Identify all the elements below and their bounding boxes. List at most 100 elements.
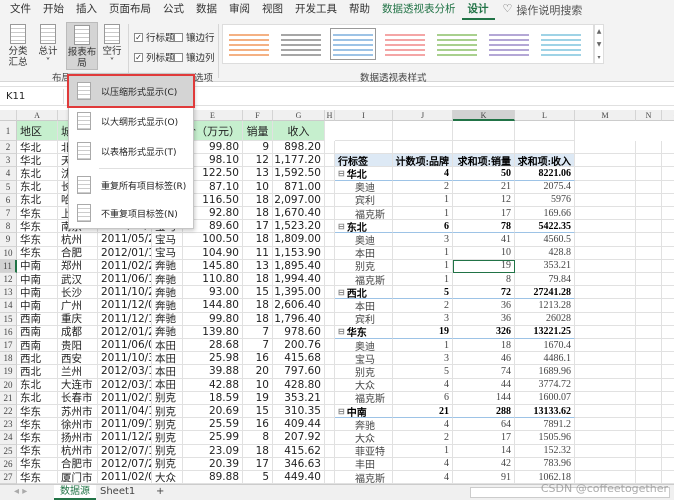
- cell[interactable]: 1,523.20: [273, 220, 325, 234]
- cell[interactable]: ⊟ 华北: [335, 167, 393, 181]
- row-header[interactable]: 10: [0, 246, 17, 260]
- cell[interactable]: [325, 312, 335, 326]
- cell[interactable]: 2012/07/29: [98, 457, 152, 471]
- cell[interactable]: 中南: [17, 273, 58, 287]
- pivot-style-swatch[interactable]: [382, 28, 428, 60]
- cell[interactable]: 26028: [515, 312, 575, 326]
- cell[interactable]: 428.80: [273, 378, 325, 392]
- cell[interactable]: 2011/10/30: [98, 352, 152, 366]
- cell[interactable]: 别克: [152, 418, 183, 432]
- cell[interactable]: ⊟ 中南: [335, 405, 393, 419]
- cell[interactable]: 415.62: [273, 444, 325, 458]
- row-header[interactable]: 25: [0, 444, 17, 458]
- cell[interactable]: 783.96: [515, 457, 575, 471]
- cell[interactable]: 华北: [17, 154, 58, 168]
- cell[interactable]: 宝马: [335, 352, 393, 366]
- cell[interactable]: [335, 141, 393, 155]
- ribbon-tab[interactable]: 插入: [70, 0, 103, 20]
- cell[interactable]: 广州: [58, 299, 98, 313]
- cell[interactable]: 奥迪: [335, 180, 393, 194]
- cell[interactable]: 4: [393, 457, 453, 471]
- column-header[interactable]: G: [273, 110, 325, 121]
- cell[interactable]: [325, 259, 335, 273]
- menu-item-outline-form[interactable]: 以大纲形式显示(O): [69, 106, 193, 136]
- cell[interactable]: 西南: [17, 312, 58, 326]
- cell[interactable]: [662, 260, 674, 273]
- cell[interactable]: 西安: [58, 352, 98, 366]
- cell[interactable]: 1: [393, 339, 453, 353]
- column-header[interactable]: F: [243, 110, 273, 121]
- cell[interactable]: [636, 233, 662, 247]
- cell[interactable]: 大众: [335, 378, 393, 392]
- cell[interactable]: [575, 233, 636, 247]
- cell[interactable]: [662, 273, 674, 287]
- cell[interactable]: 6: [393, 391, 453, 405]
- banded-columns-checkbox[interactable]: 镶边列: [174, 50, 215, 64]
- cell[interactable]: 169.66: [515, 207, 575, 221]
- cell[interactable]: 福克斯: [335, 471, 393, 484]
- cell[interactable]: 华东: [17, 431, 58, 445]
- cell[interactable]: 奔驰: [152, 299, 183, 313]
- row-header[interactable]: 14: [0, 299, 17, 313]
- cell[interactable]: 1: [393, 259, 453, 273]
- cell[interactable]: 丰田: [335, 457, 393, 471]
- select-all-button[interactable]: [0, 110, 17, 121]
- cell[interactable]: 79.84: [515, 273, 575, 287]
- cell[interactable]: 353.21: [273, 391, 325, 405]
- cell[interactable]: [636, 193, 662, 207]
- cell[interactable]: 898.20: [273, 141, 325, 155]
- cell[interactable]: [636, 431, 662, 445]
- cell[interactable]: [662, 154, 674, 168]
- menu-item-compact-form[interactable]: 以压缩形式显示(C): [67, 74, 195, 108]
- cell[interactable]: 50: [453, 167, 515, 181]
- cell[interactable]: 17: [453, 431, 515, 445]
- cell[interactable]: 2011/02/12: [98, 391, 152, 405]
- cell[interactable]: 18: [243, 207, 273, 221]
- cell[interactable]: 2011/09/11: [98, 418, 152, 432]
- cell[interactable]: 2012/03/19: [98, 378, 152, 392]
- cell[interactable]: [662, 326, 674, 339]
- cell[interactable]: 1,177.20: [273, 154, 325, 168]
- cell[interactable]: 42: [453, 457, 515, 471]
- row-header[interactable]: 2: [0, 141, 17, 155]
- cell[interactable]: [636, 259, 662, 273]
- cell[interactable]: [325, 220, 335, 234]
- cell[interactable]: [575, 286, 636, 300]
- cell[interactable]: [636, 325, 662, 339]
- cell[interactable]: [325, 418, 335, 432]
- cell[interactable]: 13: [243, 167, 273, 181]
- cell[interactable]: 415.68: [273, 352, 325, 366]
- cell[interactable]: 15: [243, 286, 273, 300]
- cell[interactable]: 10: [243, 378, 273, 392]
- cell[interactable]: [662, 167, 674, 181]
- cell[interactable]: 行标签: [335, 154, 393, 168]
- cell[interactable]: 310.35: [273, 405, 325, 419]
- cell[interactable]: 西北: [17, 352, 58, 366]
- cell[interactable]: 15: [243, 405, 273, 419]
- cell[interactable]: [325, 180, 335, 194]
- row-header[interactable]: 15: [0, 312, 17, 326]
- cell[interactable]: [636, 286, 662, 300]
- row-header[interactable]: 7: [0, 207, 17, 221]
- menu-item-no-repeat-labels[interactable]: 不重复项目标签(N): [69, 198, 193, 228]
- pivot-style-swatch[interactable]: [434, 28, 480, 60]
- cell[interactable]: [325, 365, 335, 379]
- cell[interactable]: [636, 273, 662, 287]
- cell[interactable]: [325, 167, 335, 181]
- cell[interactable]: 10: [453, 246, 515, 260]
- cell[interactable]: 本田: [152, 339, 183, 353]
- sheet-scroll-icon[interactable]: ◂ ▸: [8, 485, 33, 500]
- cell[interactable]: [636, 339, 662, 353]
- cell[interactable]: 20: [243, 365, 273, 379]
- cell[interactable]: 1505.96: [515, 431, 575, 445]
- cell[interactable]: 13: [243, 259, 273, 273]
- cell[interactable]: [575, 193, 636, 207]
- cell[interactable]: 5: [393, 286, 453, 300]
- cell[interactable]: 3: [393, 233, 453, 247]
- cell[interactable]: 5: [393, 365, 453, 379]
- cell[interactable]: 求和项:收入: [515, 154, 575, 168]
- cell[interactable]: 139.80: [183, 325, 243, 339]
- cell[interactable]: 18: [243, 299, 273, 313]
- cell[interactable]: [575, 312, 636, 326]
- cell[interactable]: 中南: [17, 299, 58, 313]
